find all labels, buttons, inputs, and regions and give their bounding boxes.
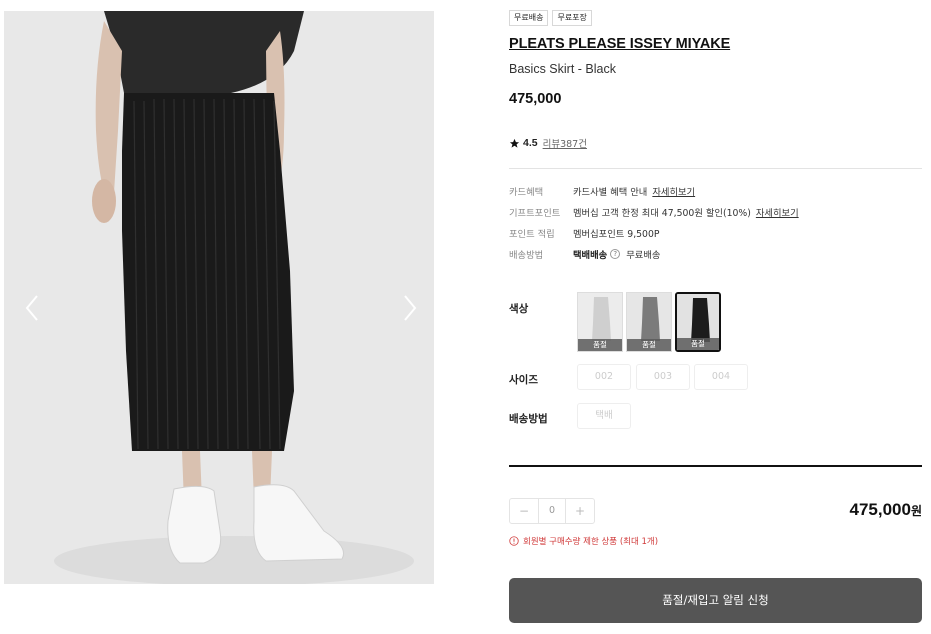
- shipping-label: 배송방법: [509, 413, 548, 425]
- quantity-decrease-button[interactable]: −: [510, 499, 538, 523]
- badge-free-shipping: 무료배송: [509, 10, 549, 26]
- help-icon[interactable]: ?: [610, 249, 621, 259]
- size-option-002[interactable]: 002: [577, 364, 631, 390]
- total-amount: 475,000: [849, 500, 911, 519]
- size-option-003[interactable]: 003: [636, 364, 690, 390]
- gallery-next-arrow-icon[interactable]: [398, 290, 422, 326]
- warning-text: 회원별 구매수량 제한 상품 (최대 1개): [523, 537, 659, 547]
- delivery-method: 택배배송: [573, 250, 608, 261]
- color-label: 색상: [509, 303, 529, 315]
- delivery-fee: 무료배송: [626, 250, 661, 261]
- size-option-004[interactable]: 004: [694, 364, 748, 390]
- info-row-gift: 기프트포인트 멤버십 고객 한정 최대 47,500원 할인(10%) 자세히보…: [509, 205, 799, 219]
- info-label: 카드혜택: [509, 187, 544, 198]
- alert-circle-icon: [509, 536, 519, 546]
- divider-bold: [509, 465, 922, 467]
- purchase-limit-warning: 회원별 구매수량 제한 상품 (최대 1개): [509, 535, 658, 547]
- sold-out-label: 품절: [627, 339, 671, 351]
- badge-free-wrapping: 무료포장: [552, 10, 592, 26]
- info-label: 포인트 적립: [509, 229, 555, 240]
- rating-score: 4.5: [523, 137, 538, 149]
- info-row-card: 카드혜택 카드사별 혜택 안내 자세히보기: [509, 184, 695, 198]
- product-photo: [4, 11, 434, 584]
- info-row-delivery: 배송방법 택배배송 ? 무료배송: [509, 247, 660, 261]
- info-row-points: 포인트 적립 멤버십포인트 9,500P: [509, 226, 660, 240]
- gift-detail-link[interactable]: 자세히보기: [756, 205, 799, 219]
- info-value: 멤버십 고객 한정 최대 47,500원 할인(10%): [573, 208, 751, 219]
- star-icon: [509, 138, 520, 148]
- info-label: 기프트포인트: [509, 208, 561, 219]
- rating-summary: 4.5 리뷰387건: [509, 136, 587, 150]
- quantity-stepper: − 0 +: [509, 498, 595, 524]
- product-badges: 무료배송 무료포장: [509, 10, 592, 26]
- color-swatch-gray[interactable]: 품절: [626, 292, 672, 352]
- quantity-input[interactable]: 0: [538, 499, 566, 523]
- restock-notify-button[interactable]: 품절/재입고 알림 신청: [509, 578, 922, 623]
- divider: [509, 168, 922, 169]
- color-swatch-light-gray[interactable]: 품절: [577, 292, 623, 352]
- gallery-prev-arrow-icon[interactable]: [20, 290, 44, 326]
- shipping-option-parcel[interactable]: 택배: [577, 403, 631, 429]
- sold-out-label: 품절: [578, 339, 622, 351]
- reviews-link[interactable]: 리뷰387건: [543, 136, 587, 150]
- card-detail-link[interactable]: 자세히보기: [652, 184, 695, 198]
- total-price: 475,000원: [850, 500, 923, 520]
- quantity-increase-button[interactable]: +: [566, 499, 594, 523]
- info-value: 멤버십포인트 9,500P: [573, 229, 660, 240]
- info-label: 배송방법: [509, 250, 544, 261]
- sold-out-label: 품절: [677, 338, 719, 350]
- size-label: 사이즈: [509, 374, 538, 386]
- currency-unit: 원: [910, 504, 922, 518]
- product-price: 475,000: [509, 91, 562, 107]
- product-name: Basics Skirt - Black: [509, 62, 616, 76]
- info-value: 카드사별 혜택 안내: [573, 187, 648, 198]
- product-image-gallery: [4, 11, 434, 584]
- color-swatch-black[interactable]: 품절: [675, 292, 721, 352]
- brand-link[interactable]: PLEATS PLEASE ISSEY MIYAKE: [509, 36, 730, 52]
